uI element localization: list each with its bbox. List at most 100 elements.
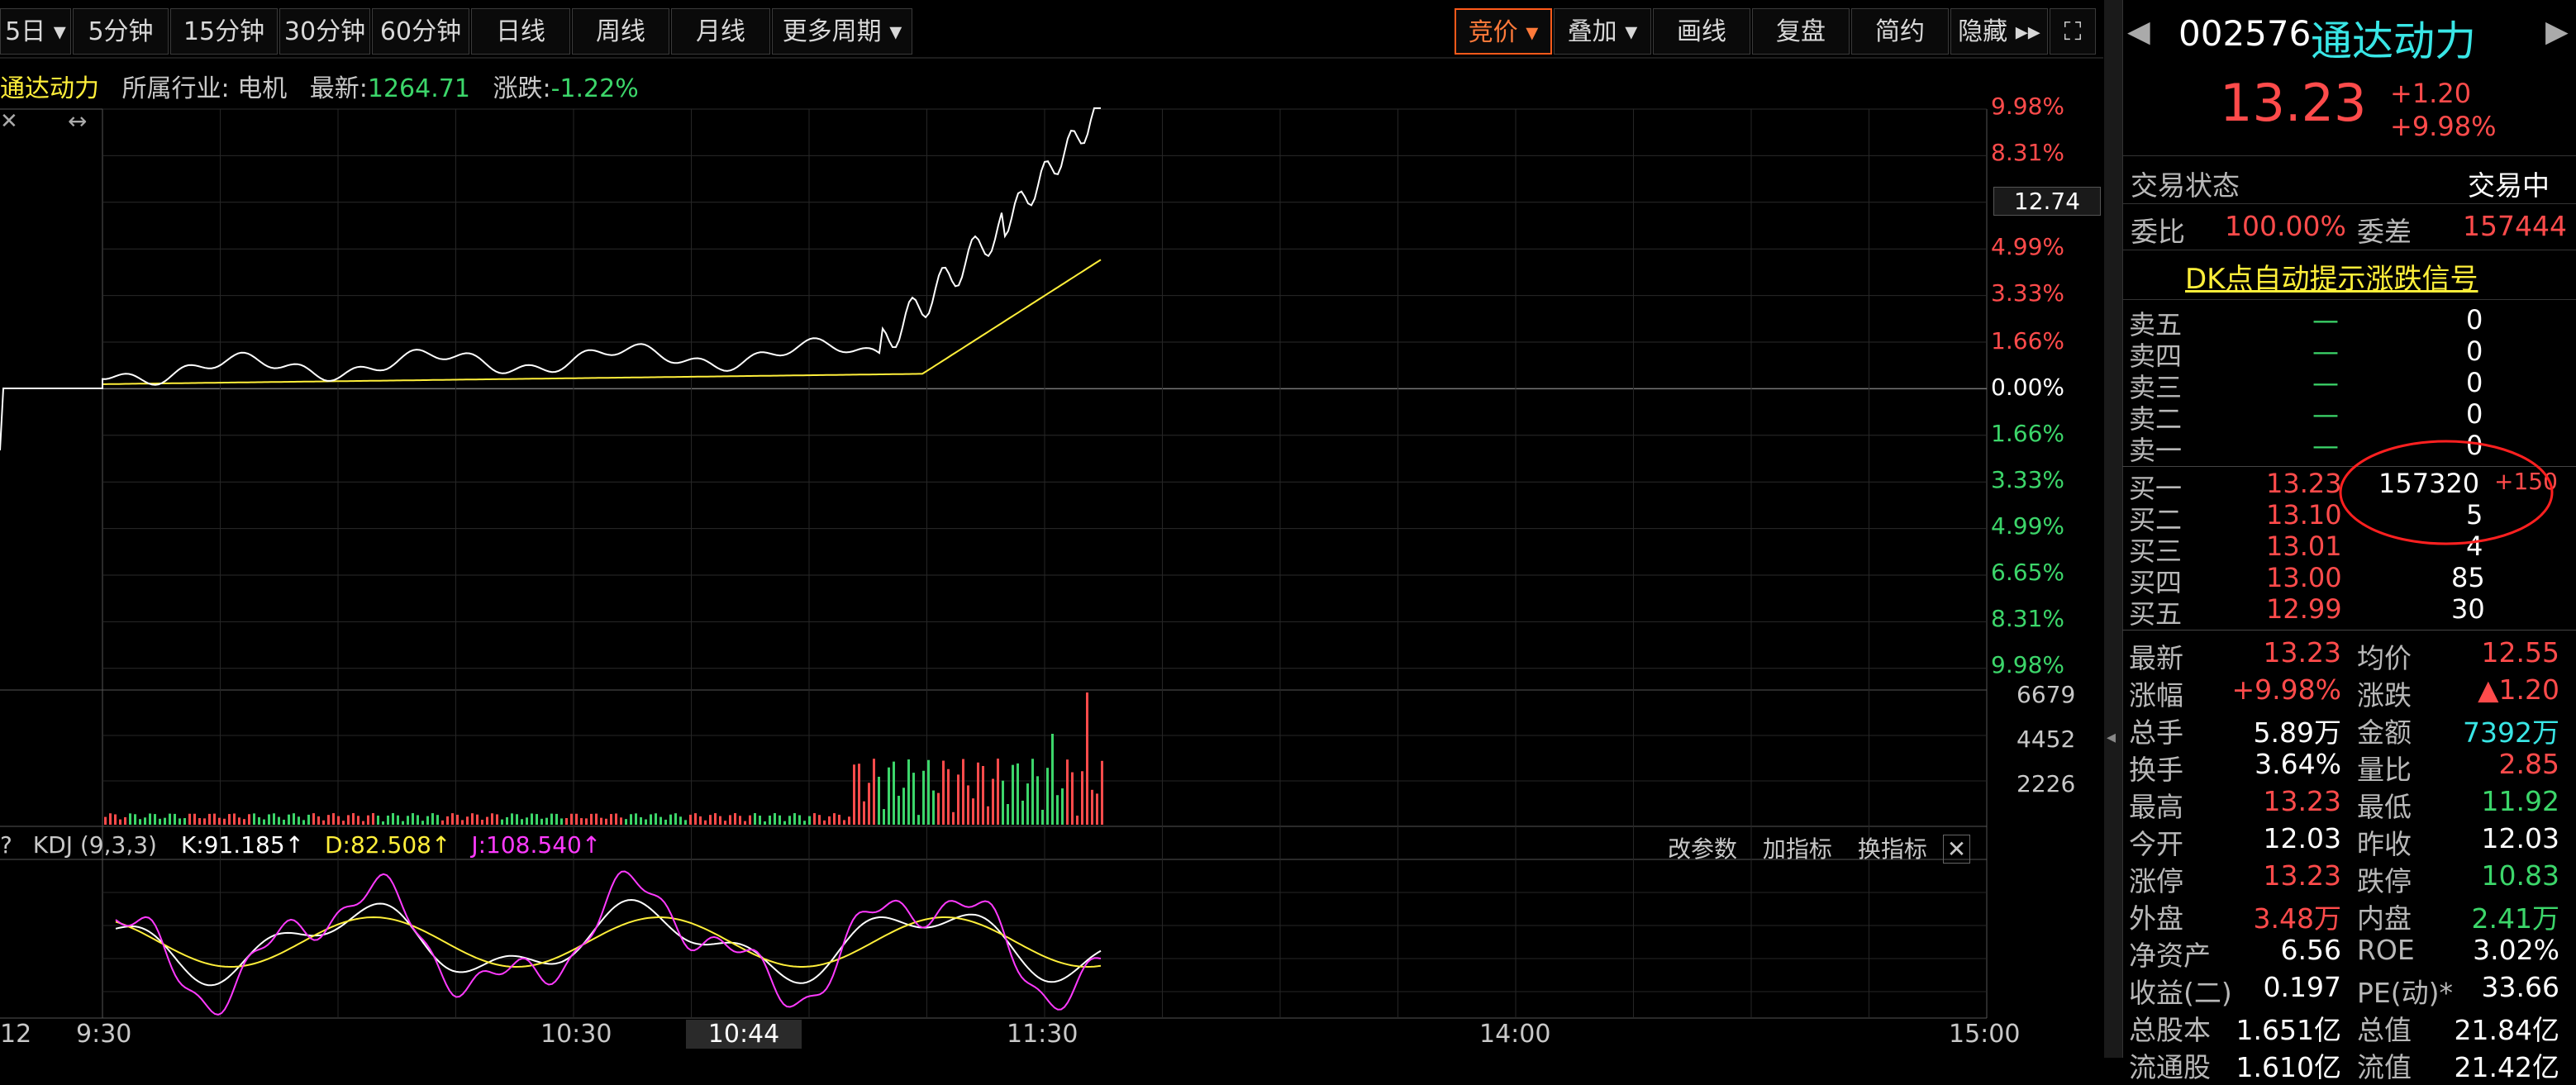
volume-bar <box>699 816 702 825</box>
volume-bar <box>878 776 880 825</box>
kdj-header: ? KDJ (9,3,3) K:91.185↑ D:82.508↑ J:108.… <box>0 831 601 859</box>
sell-row[interactable]: 卖三 —0 <box>2126 367 2564 403</box>
volume-bar <box>491 813 493 825</box>
resize-arrow-icon[interactable]: ↔ <box>68 107 87 135</box>
volume-bar <box>149 813 151 825</box>
volume-bar <box>332 813 335 825</box>
volume-bar <box>238 817 240 825</box>
switch-indicator-button[interactable]: 换指标 <box>1858 835 1927 863</box>
stat-label: 昨收 <box>2357 828 2412 860</box>
volume-bar <box>684 820 687 825</box>
time-label: 10:30 <box>540 1020 612 1049</box>
edit-params-button[interactable]: 改参数 <box>1668 835 1737 863</box>
volume-bar <box>813 813 816 825</box>
volume-bar <box>575 813 578 825</box>
stat-label: 总股本 <box>2129 1014 2211 1046</box>
volume-bar <box>893 761 895 825</box>
volume-bar <box>283 819 285 825</box>
volume-bar <box>595 813 598 825</box>
volume-bar <box>759 816 761 825</box>
help-icon[interactable]: ? <box>0 831 12 859</box>
kdj-name[interactable]: KDJ (9,3,3) <box>33 831 157 859</box>
volume-bar <box>1066 759 1069 825</box>
price-line <box>0 107 1101 451</box>
stat-value: 5.89万 <box>2253 716 2341 749</box>
buy-volume: 30 <box>2451 593 2485 625</box>
volume-bar <box>426 816 429 825</box>
buy-price: 13.10 <box>2266 499 2342 531</box>
volume-bar <box>843 820 845 825</box>
volume-bar <box>516 814 518 825</box>
panel-splitter[interactable]: ◂ <box>2104 0 2122 1058</box>
stat-label: 涨停 <box>2129 865 2183 897</box>
next-stock-icon[interactable]: ▶ <box>2545 15 2569 49</box>
add-indicator-button[interactable]: 加指标 <box>1763 835 1832 863</box>
status-value: 交易中 <box>2468 169 2550 202</box>
sell-row[interactable]: 卖四 —0 <box>2126 335 2564 372</box>
buy-row[interactable]: 买四 13.00 85 <box>2126 562 2564 598</box>
sell-row[interactable]: 卖二 —0 <box>2126 398 2564 435</box>
volume-bar <box>605 818 607 825</box>
volume-bar <box>392 813 394 825</box>
stat-value: 6.56 <box>2280 934 2341 966</box>
axis-label: 9.98% <box>1991 651 2064 678</box>
dk-signal-link[interactable]: DK点自动提示涨跌信号 <box>2185 256 2478 297</box>
volume-bar <box>481 819 483 825</box>
sell-volume: 0 <box>2466 367 2483 398</box>
volume-bar <box>119 819 121 825</box>
volume-bar <box>1071 772 1074 825</box>
volume-bar <box>853 764 855 825</box>
volume-bar <box>164 817 166 825</box>
volume-bar <box>228 814 231 825</box>
stat-value: 13.23 <box>2263 785 2341 817</box>
volume-bar <box>709 815 712 825</box>
time-label: 9:30 <box>76 1020 132 1049</box>
stat-label: 今开 <box>2129 828 2183 860</box>
stat-value: 2.85 <box>2498 748 2559 780</box>
sell-price: — <box>2312 367 2339 398</box>
stat-label: 均价 <box>2357 642 2412 674</box>
close-chart-icon[interactable]: ✕ <box>0 109 18 134</box>
volume-bar <box>203 818 206 825</box>
stat-value: 2.41万 <box>2471 902 2559 935</box>
stat-value: 10.83 <box>2481 859 2559 892</box>
volume-bar <box>828 816 831 825</box>
highlight-ellipse <box>2339 440 2554 545</box>
volume-bar <box>724 821 726 825</box>
kdj-k-line <box>115 898 1102 987</box>
divider <box>2122 299 2576 300</box>
sell-row[interactable]: 卖五 —0 <box>2126 304 2564 340</box>
stat-value: 12.03 <box>2481 822 2559 854</box>
axis-label: 4.99% <box>1991 512 2064 540</box>
volume-bar <box>1041 809 1044 825</box>
time-label: 14:00 <box>1479 1020 1551 1049</box>
volume-bar <box>987 806 989 825</box>
buy-label: 买五 <box>2129 598 2183 630</box>
volume-bar <box>446 816 449 825</box>
close-indicator-icon[interactable]: ✕ <box>1942 835 1971 864</box>
buy-row[interactable]: 买五 12.99 30 <box>2126 593 2564 630</box>
volume-bar <box>833 813 836 825</box>
volume-bar <box>421 821 424 825</box>
volume-bar <box>188 813 191 825</box>
volume-bar <box>1046 768 1049 825</box>
volume-bar <box>798 815 801 825</box>
stat-label: 跌停 <box>2357 865 2412 897</box>
prev-stock-icon[interactable]: ◀ <box>2127 15 2150 49</box>
volume-bar <box>124 816 126 825</box>
volume-bar <box>625 819 627 825</box>
volume-bar <box>302 820 305 825</box>
collapse-arrow-icon[interactable]: ◂ <box>2107 727 2116 748</box>
volume-bar <box>754 813 756 825</box>
volume-bar <box>317 816 320 825</box>
stat-value: 1.610亿 <box>2236 1051 2341 1083</box>
volume-bar <box>134 814 136 825</box>
volume-bar <box>109 813 112 825</box>
volume-bar <box>466 816 469 825</box>
volume-bar <box>927 759 930 825</box>
volume-bar <box>570 813 573 825</box>
volume-bar <box>749 815 751 825</box>
volume-bar <box>521 819 523 825</box>
volume-bar <box>1076 816 1078 825</box>
volume-bar <box>714 813 717 825</box>
